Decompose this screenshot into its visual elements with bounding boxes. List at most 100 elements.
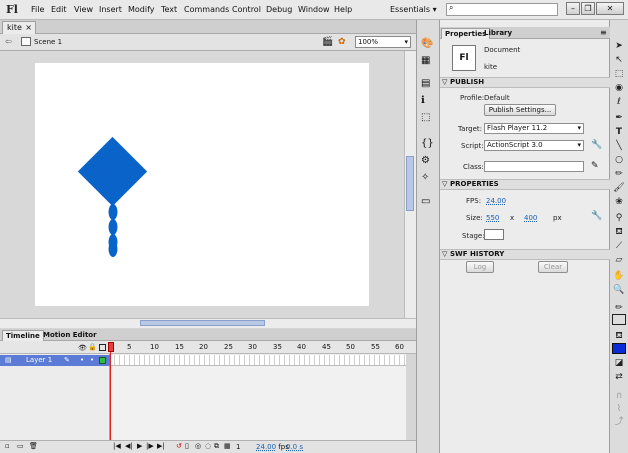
swatches-panel-icon[interactable]: ▦ [421, 55, 435, 67]
menu-insert[interactable]: Insert [99, 5, 122, 14]
step-back-icon[interactable]: ◀| [125, 442, 133, 450]
fps-value[interactable]: 24.00 [256, 443, 276, 451]
selection-tool-icon[interactable]: ➤ [612, 40, 626, 52]
fill-color-swatch[interactable] [612, 343, 626, 354]
tab-motion-editor[interactable]: Motion Editor [40, 330, 100, 341]
eyedropper-tool-icon[interactable]: ⟋ [612, 240, 626, 252]
log-button[interactable]: Log [466, 261, 494, 273]
menu-edit[interactable]: Edit [51, 5, 67, 14]
frame-ruler[interactable]: 5 10 15 20 25 30 35 40 45 50 55 60 [110, 341, 406, 354]
stage-height-field[interactable]: 400 [524, 214, 537, 222]
tab-timeline[interactable]: Timeline [2, 330, 44, 341]
layer-row[interactable]: ▤ Layer 1 ✎ • • [0, 355, 110, 366]
smooth-icon[interactable]: ⌇ [612, 403, 626, 415]
last-frame-icon[interactable]: ▶| [157, 442, 165, 450]
workspace-switcher[interactable]: Essentials ▾ [390, 5, 437, 14]
publish-settings-button[interactable]: Publish Settings... [484, 104, 556, 116]
stage[interactable] [35, 63, 369, 306]
first-frame-icon[interactable]: |◀ [113, 442, 121, 450]
lock-dot[interactable]: • [90, 355, 94, 365]
layer-frames[interactable] [110, 355, 406, 366]
loop-icon[interactable]: ↺ [176, 442, 182, 450]
output-panel-icon[interactable]: ▭ [421, 196, 435, 208]
scroll-thumb[interactable] [406, 156, 414, 211]
visibility-dot[interactable]: • [80, 355, 84, 365]
play-icon[interactable]: ▶ [137, 442, 142, 450]
panel-menu-icon[interactable]: ≡ [600, 28, 607, 37]
deco-tool-icon[interactable]: ❀ [612, 196, 626, 208]
class-input[interactable] [484, 161, 584, 172]
edit-class-pencil-icon[interactable]: ✎ [591, 161, 599, 171]
transform-panel-icon[interactable]: ⬚ [421, 112, 435, 124]
align-panel-icon[interactable]: ▤ [421, 78, 435, 90]
black-white-icon[interactable]: ◪ [612, 357, 626, 369]
eye-icon[interactable]: 👁 [78, 344, 87, 352]
text-tool-icon[interactable]: T [612, 126, 626, 138]
free-transform-tool-icon[interactable]: ⬚ [612, 68, 626, 80]
script-select[interactable]: ActionScript 3.0 ▾ [484, 140, 584, 151]
kite-tail-segment[interactable] [108, 241, 118, 257]
section-publish[interactable]: ▽ PUBLISH [440, 77, 610, 88]
outline-icon[interactable] [99, 344, 106, 351]
layer-outline-color[interactable] [99, 357, 106, 364]
zoom-select[interactable]: 100% ▾ [355, 36, 411, 48]
lasso-tool-icon[interactable]: ℓ [612, 96, 626, 108]
stage-vertical-scrollbar[interactable] [404, 51, 416, 318]
3d-rotation-tool-icon[interactable]: ◉ [612, 82, 626, 94]
stage-width-field[interactable]: 550 [486, 214, 499, 222]
menu-help[interactable]: Help [334, 5, 352, 14]
menu-modify[interactable]: Modify [128, 5, 155, 14]
lock-icon[interactable]: 🔒 [88, 343, 97, 351]
pen-tool-icon[interactable]: ✒ [612, 112, 626, 124]
scroll-thumb[interactable] [140, 320, 265, 326]
swap-colors-icon[interactable]: ⇄ [612, 371, 626, 383]
clear-button[interactable]: Clear [538, 261, 568, 273]
components-icon[interactable]: ⚙ [421, 155, 435, 167]
frame-area[interactable] [110, 354, 406, 440]
target-select[interactable]: Flash Player 11.2 ▾ [484, 123, 584, 134]
subselection-tool-icon[interactable]: ↖ [612, 54, 626, 66]
onion-markers-icon[interactable]: ▦ [224, 442, 231, 450]
kite-drawing[interactable] [35, 63, 369, 306]
close-icon[interactable]: × [25, 22, 32, 33]
section-swf-history[interactable]: ▽ SWF HISTORY [440, 249, 610, 260]
center-frame-icon[interactable]: ▯ [185, 442, 189, 450]
edit-symbols-icon[interactable]: ✿ [338, 37, 346, 47]
onion-outline-icon[interactable]: ◌ [205, 442, 211, 450]
menu-control[interactable]: Control [232, 5, 261, 14]
code-snippets-icon[interactable]: {} [421, 138, 435, 150]
stage-horizontal-scrollbar[interactable] [0, 318, 416, 328]
menu-file[interactable]: File [31, 5, 44, 14]
kite-diamond[interactable] [77, 136, 148, 207]
menu-commands[interactable]: Commands [184, 5, 229, 14]
new-folder-icon[interactable]: ▭ [17, 442, 24, 450]
color-panel-icon[interactable]: 🎨 [421, 38, 435, 50]
line-tool-icon[interactable]: ╲ [612, 140, 626, 152]
hand-tool-icon[interactable]: ✋ [612, 270, 626, 282]
tab-library[interactable]: Library [481, 28, 515, 39]
step-forward-icon[interactable]: |▶ [146, 442, 154, 450]
fps-field[interactable]: 24.00 [486, 197, 506, 205]
bone-tool-icon[interactable]: ⚲ [612, 212, 626, 224]
back-arrow-icon[interactable]: ⇦ [5, 37, 12, 46]
restore-button[interactable]: ❐ [581, 2, 595, 15]
menu-text[interactable]: Text [161, 5, 177, 14]
wrench-icon[interactable]: 🔧 [591, 211, 602, 221]
stage-color-swatch[interactable] [484, 229, 504, 240]
menu-debug[interactable]: Debug [266, 5, 292, 14]
document-tab[interactable]: kite × [2, 21, 36, 34]
section-properties[interactable]: ▽ PROPERTIES [440, 179, 610, 190]
pencil-tool-icon[interactable]: ✏ [612, 168, 626, 180]
zoom-tool-icon[interactable]: 🔍 [612, 284, 626, 296]
timeline-fps[interactable]: 24.00 fps [256, 443, 289, 451]
straighten-icon[interactable]: ⤴ [612, 416, 626, 428]
menu-view[interactable]: View [74, 5, 93, 14]
paint-bucket-tool-icon[interactable]: ⛾ [612, 226, 626, 238]
kite-tail-segment[interactable] [108, 204, 118, 220]
onion-skin-icon[interactable]: ◎ [195, 442, 201, 450]
delete-layer-icon[interactable]: 🗑 [29, 442, 38, 450]
oval-tool-icon[interactable]: ○ [612, 154, 626, 166]
stroke-color-swatch[interactable] [612, 314, 626, 325]
new-layer-icon[interactable]: ▫ [5, 442, 10, 450]
kite-tail-segment[interactable] [108, 219, 118, 235]
